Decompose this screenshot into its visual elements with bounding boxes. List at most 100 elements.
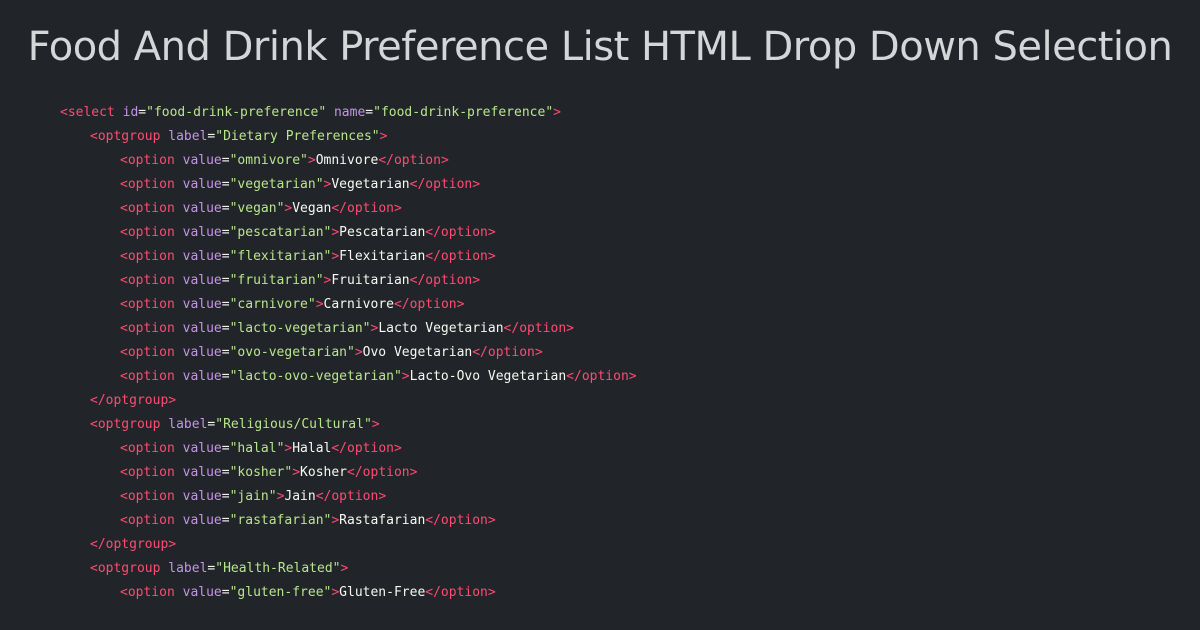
page-title: Food And Drink Preference List HTML Drop… [27, 24, 1173, 70]
code-equals: = [221, 369, 230, 384]
code-equals: = [221, 273, 230, 288]
code-line-option: <option value="gluten-free">Gluten-Free<… [60, 581, 1160, 605]
code-line-select-open: <select id="food-drink-preference" name=… [60, 101, 1160, 125]
code-line-optgroup-close: </optgroup> [60, 389, 1160, 413]
code-string: Health-Related [223, 561, 333, 576]
code-tag: <option [120, 297, 175, 312]
code-string: lacto-ovo-vegetarian [237, 369, 394, 384]
code-string: Religious/Cultural [223, 417, 364, 432]
code-tag: <option [120, 321, 175, 336]
code-quote: " [347, 345, 355, 360]
code-line-option: <option value="lacto-vegetarian">Lacto V… [60, 317, 1160, 341]
code-line-option: <option value="jain">Jain</option> [60, 485, 1160, 509]
code-equals: = [221, 153, 230, 168]
code-option-text: Lacto-Ovo Vegetarian [409, 369, 567, 384]
code-attribute: value [182, 465, 222, 480]
code-attribute: name [333, 105, 366, 120]
code-tag: </optgroup> [90, 393, 177, 408]
code-tag: </option> [378, 153, 449, 168]
code-option-text: Carnivore [323, 297, 394, 312]
code-tag: <option [120, 345, 175, 360]
code-attribute: value [182, 153, 222, 168]
code-tag: > [379, 129, 388, 144]
code-line-option: <option value="kosher">Kosher</option> [60, 461, 1160, 485]
code-attribute: value [182, 369, 222, 384]
code-tag: > [354, 345, 363, 360]
code-tag: </option> [425, 225, 496, 240]
code-line-option: <option value="halal">Halal</option> [60, 437, 1160, 461]
code-tag: <option [120, 225, 175, 240]
code-quote: " [371, 129, 380, 144]
code-option-text: Vegetarian [331, 177, 410, 192]
code-option-text: Rastafarian [339, 513, 426, 528]
code-attribute: label [168, 129, 208, 144]
code-string: ovo-vegetarian [237, 345, 347, 360]
code-string: food-drink-preference [380, 105, 546, 120]
page: Food And Drink Preference List HTML Drop… [0, 0, 1200, 630]
code-string: food-drink-preference [153, 105, 319, 120]
code-attribute: value [182, 225, 222, 240]
code-equals: = [221, 225, 230, 240]
code-tag: </option> [409, 273, 481, 288]
code-option-text: Ovo Vegetarian [362, 345, 473, 360]
code-line-option: <option value="vegan">Vegan</option> [60, 197, 1160, 221]
code-tag: > [315, 297, 324, 312]
code-equals: = [221, 345, 230, 360]
code-equals: = [221, 201, 230, 216]
code-attribute: value [182, 441, 222, 456]
code-equals: = [221, 249, 230, 264]
code-tag: > [292, 465, 301, 480]
code-quote: " [318, 105, 327, 120]
code-block: <select id="food-drink-preference" name=… [60, 101, 1160, 605]
code-line-option: <option value="vegetarian">Vegetarian</o… [60, 173, 1160, 197]
code-option-text: Kosher [300, 465, 348, 480]
code-quote: " [315, 273, 324, 288]
code-equals: = [365, 105, 374, 120]
code-string: flexitarian [237, 249, 324, 264]
code-quote: " [268, 489, 277, 504]
code-line-option: <option value="pescatarian">Pescatarian<… [60, 221, 1160, 245]
code-option-text: Pescatarian [339, 225, 426, 240]
code-attribute: value [182, 249, 222, 264]
code-option-text: Fruitarian [331, 273, 410, 288]
code-string: rastafarian [237, 513, 324, 528]
code-tag: </option> [566, 369, 637, 384]
code-tag: </option> [503, 321, 574, 336]
code-quote: " [373, 105, 381, 120]
code-attribute: label [168, 561, 208, 576]
code-tag: </option> [425, 513, 496, 528]
code-attribute: value [182, 513, 222, 528]
code-line-option: <option value="lacto-ovo-vegetarian">Lac… [60, 365, 1160, 389]
code-tag: > [401, 369, 410, 384]
code-string: lacto-vegetarian [237, 321, 363, 336]
code-quote: " [363, 417, 372, 432]
code-tag: > [553, 105, 561, 120]
code-quote: " [215, 561, 224, 576]
code-tag: </option> [425, 249, 496, 264]
code-equals: = [221, 489, 230, 504]
code-tag: <option [120, 585, 175, 600]
code-line-option: <option value="rastafarian">Rastafarian<… [60, 509, 1160, 533]
code-equals: = [221, 513, 230, 528]
code-attribute: value [182, 201, 222, 216]
code-quote: " [315, 177, 324, 192]
code-equals: = [221, 297, 230, 312]
code-option-text: Vegan [292, 201, 332, 216]
code-tag: </option> [393, 297, 465, 312]
code-tag: > [340, 561, 349, 576]
code-quote: " [215, 129, 224, 144]
code-string: Dietary Preferences [223, 129, 372, 144]
code-tag: <select [60, 105, 115, 120]
code-tag: > [331, 585, 340, 600]
